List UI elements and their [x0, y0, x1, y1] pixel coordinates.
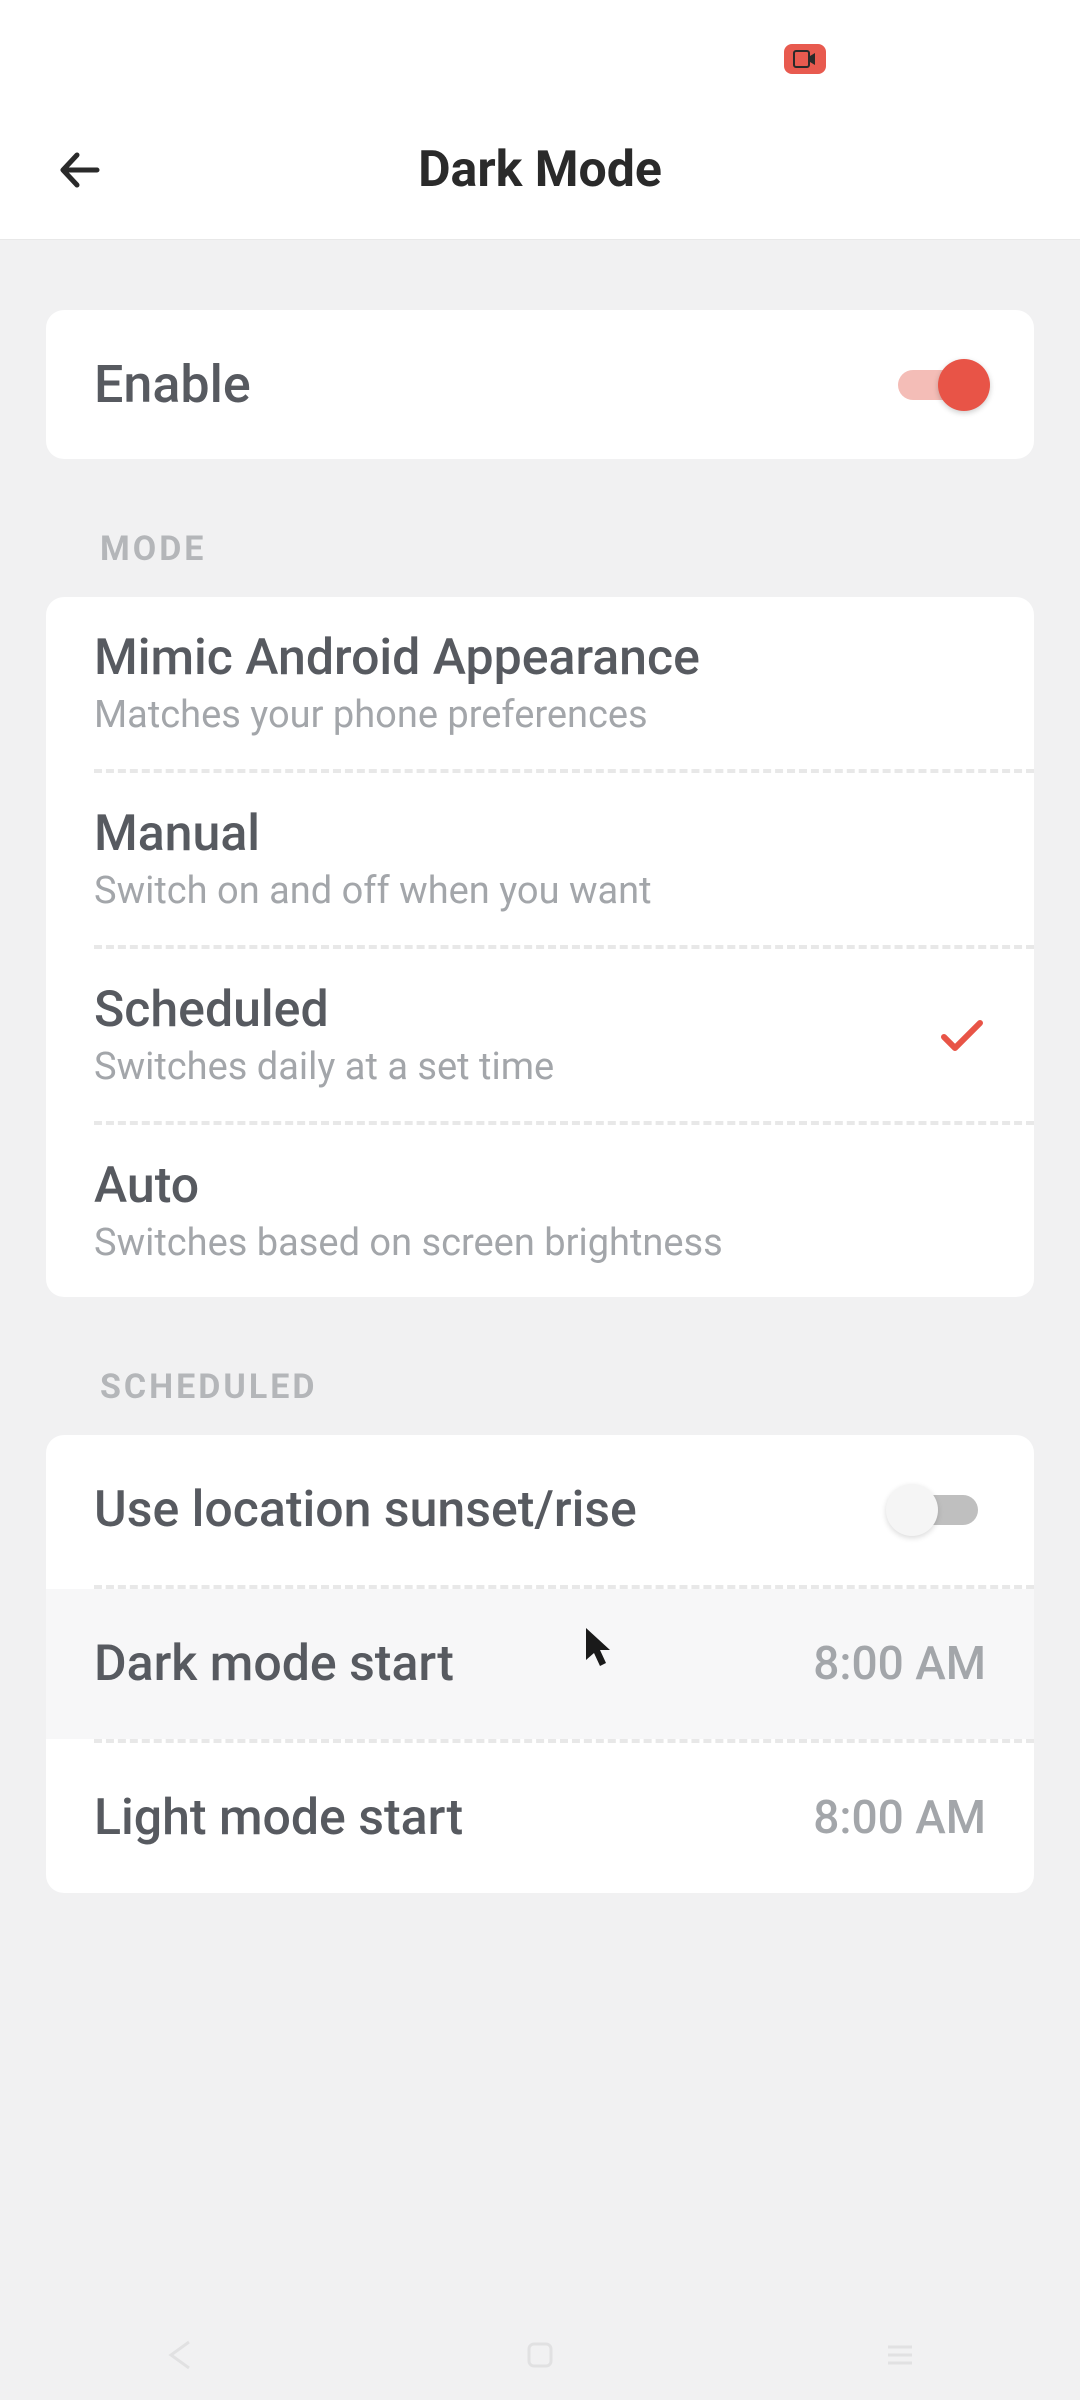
light-mode-start-label: Light mode start	[94, 1789, 463, 1847]
use-location-toggle[interactable]	[890, 1488, 986, 1532]
enable-row[interactable]: Enable	[46, 310, 1034, 459]
android-nav-bar	[0, 2310, 1080, 2400]
mode-option-auto[interactable]: Auto Switches based on screen brightness	[46, 1125, 1034, 1297]
dark-mode-start-value: 8:00 AM	[813, 1637, 986, 1691]
option-subtitle: Matches your phone preferences	[94, 693, 700, 737]
page-header: Dark Mode	[0, 100, 1080, 240]
option-title: Mimic Android Appearance	[94, 629, 700, 687]
option-subtitle: Switches daily at a set time	[94, 1045, 554, 1089]
arrow-left-icon	[53, 143, 107, 197]
checkmark-icon	[938, 1015, 986, 1055]
mode-option-mimic[interactable]: Mimic Android Appearance Matches your ph…	[46, 597, 1034, 769]
light-mode-start-row[interactable]: Light mode start 8:00 AM	[46, 1743, 1034, 1893]
mode-section-header: MODE	[46, 459, 1034, 597]
use-location-label: Use location sunset/rise	[94, 1481, 637, 1539]
mode-option-manual[interactable]: Manual Switch on and off when you want	[46, 773, 1034, 945]
enable-label: Enable	[94, 354, 251, 415]
dark-mode-start-label: Dark mode start	[94, 1635, 454, 1693]
status-bar	[0, 0, 1080, 100]
enable-card: Enable	[46, 310, 1034, 459]
option-title: Scheduled	[94, 981, 554, 1039]
screen-recording-icon	[784, 44, 826, 74]
nav-recent-icon[interactable]	[883, 2338, 917, 2372]
scheduled-section-header: SCHEDULED	[46, 1297, 1034, 1435]
dark-mode-start-row[interactable]: Dark mode start 8:00 AM	[46, 1589, 1034, 1739]
scheduled-card: Use location sunset/rise Dark mode start…	[46, 1435, 1034, 1893]
mode-option-scheduled[interactable]: Scheduled Switches daily at a set time	[46, 949, 1034, 1121]
enable-toggle[interactable]	[890, 363, 986, 407]
nav-home-icon[interactable]	[523, 2338, 557, 2372]
nav-back-icon[interactable]	[163, 2338, 197, 2372]
use-location-row[interactable]: Use location sunset/rise	[46, 1435, 1034, 1585]
option-title: Auto	[94, 1157, 723, 1215]
back-button[interactable]	[50, 140, 110, 200]
settings-content: Enable MODE Mimic Android Appearance Mat…	[0, 240, 1080, 1893]
option-subtitle: Switches based on screen brightness	[94, 1221, 723, 1265]
page-title: Dark Mode	[0, 141, 1080, 199]
mode-card: Mimic Android Appearance Matches your ph…	[46, 597, 1034, 1297]
option-title: Manual	[94, 805, 652, 863]
option-subtitle: Switch on and off when you want	[94, 869, 652, 913]
light-mode-start-value: 8:00 AM	[813, 1791, 986, 1845]
